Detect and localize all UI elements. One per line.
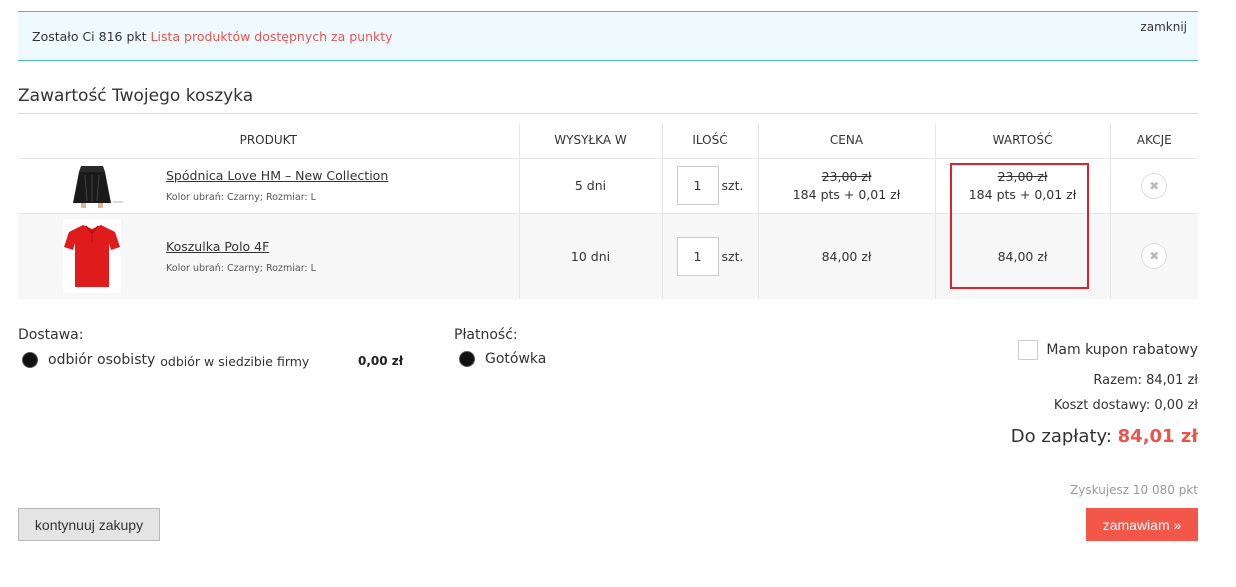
actions-cell: ✖ xyxy=(1110,158,1198,214)
column-header-product: PRODUKT xyxy=(18,123,520,159)
total-label: Do zapłaty: xyxy=(1010,426,1112,447)
quantity-unit: szt. xyxy=(721,178,744,193)
place-order-button[interactable]: zamawiam » xyxy=(1086,508,1198,541)
continue-shopping-button[interactable]: kontynuuj zakupy xyxy=(18,508,160,541)
total-to-pay: Do zapłaty: 84,01 zł xyxy=(1011,426,1198,447)
payment-option-label: Gotówka xyxy=(485,351,547,367)
coupon-toggle[interactable]: Mam kupon rabatowy xyxy=(1018,340,1198,360)
value-column-highlight xyxy=(950,163,1089,289)
quantity-cell: szt. xyxy=(662,158,759,214)
payment-option[interactable]: Gotówka xyxy=(459,351,546,367)
remove-item-button[interactable]: ✖ xyxy=(1141,172,1168,199)
column-header-price: CENA xyxy=(758,123,936,159)
quantity-unit: szt. xyxy=(721,248,744,264)
quantity-cell: szt. xyxy=(662,213,759,299)
points-notice-text: Zostało Ci 816 pkt Lista produktów dostę… xyxy=(32,29,393,44)
delivery-option-label: odbiór osobisty xyxy=(48,352,156,368)
subtotal: Razem: 84,01 zł xyxy=(1093,373,1198,388)
column-header-value: WARTOŚĆ xyxy=(935,123,1111,159)
price: 184 pts + 0,01 zł xyxy=(792,187,901,202)
price-cell: 23,00 zł 184 pts + 0,01 zł xyxy=(758,158,936,214)
black-skirt-thumbnail xyxy=(59,162,125,209)
actions-cell: ✖ xyxy=(1110,213,1198,299)
old-price: 23,00 zł xyxy=(821,169,872,184)
product-cell: Spódnica Love HM – New Collection Kolor … xyxy=(18,158,520,214)
delivery-radio[interactable] xyxy=(22,352,38,368)
column-header-actions: AKCJE xyxy=(1110,123,1198,159)
red-polo-thumbnail xyxy=(63,219,121,294)
title-divider xyxy=(18,113,1198,114)
product-cell: Koszulka Polo 4F Kolor ubrań: Czarny; Ro… xyxy=(18,213,520,299)
delivery-price: 0,00 zł xyxy=(358,354,404,368)
column-header-quantity: ILOŚĆ xyxy=(662,123,759,159)
product-name-link[interactable]: Spódnica Love HM – New Collection xyxy=(166,168,388,183)
points-products-link[interactable]: Lista produktów dostępnych za punkty xyxy=(151,29,393,44)
coupon-label: Mam kupon rabatowy xyxy=(1046,342,1198,358)
product-name-link[interactable]: Koszulka Polo 4F xyxy=(166,239,316,254)
product-image[interactable] xyxy=(18,219,166,294)
shipping-time: 5 dni xyxy=(519,158,663,214)
product-image[interactable] xyxy=(18,162,166,209)
remove-item-button[interactable]: ✖ xyxy=(1141,243,1168,270)
column-header-shipping: WYSYŁKA W xyxy=(519,123,663,159)
page-title: Zawartość Twojego koszyka xyxy=(18,86,254,106)
payment-radio[interactable] xyxy=(459,351,475,367)
delivery-option[interactable]: odbiór osobisty odbiór w siedzibie firmy xyxy=(22,351,309,369)
remove-circle-icon: ✖ xyxy=(1149,178,1160,193)
quantity-input[interactable] xyxy=(676,166,719,205)
product-attributes: Kolor ubrań: Czarny; Rozmiar: L xyxy=(166,192,316,203)
total-amount: 84,01 zł xyxy=(1117,426,1198,447)
delivery-option-description: odbiór w siedzibie firmy xyxy=(160,354,310,369)
product-attributes: Kolor ubrań: Czarny; Rozmiar: L xyxy=(166,262,316,274)
price: 84,00 zł xyxy=(821,248,872,264)
coupon-checkbox[interactable] xyxy=(1018,340,1039,360)
quantity-input[interactable] xyxy=(676,236,719,276)
table-header-row: PRODUKT WYSYŁKA W ILOŚĆ CENA WARTOŚĆ AKC… xyxy=(18,123,1198,159)
shipping-cost: Koszt dostawy: 0,00 zł xyxy=(1053,398,1198,413)
shipping-time: 10 dni xyxy=(519,213,663,299)
delivery-label: Dostawa: xyxy=(18,327,84,343)
points-remaining: Zostało Ci 816 pkt xyxy=(32,29,147,44)
payment-label: Płatność: xyxy=(454,327,518,343)
price-cell: 84,00 zł xyxy=(758,213,936,299)
points-notice: Zostało Ci 816 pkt Lista produktów dostę… xyxy=(18,11,1198,61)
points-earned: Zyskujesz 10 080 pkt xyxy=(1070,483,1198,497)
close-notice-button[interactable]: zamknij xyxy=(1140,20,1187,34)
remove-circle-icon: ✖ xyxy=(1149,249,1160,264)
